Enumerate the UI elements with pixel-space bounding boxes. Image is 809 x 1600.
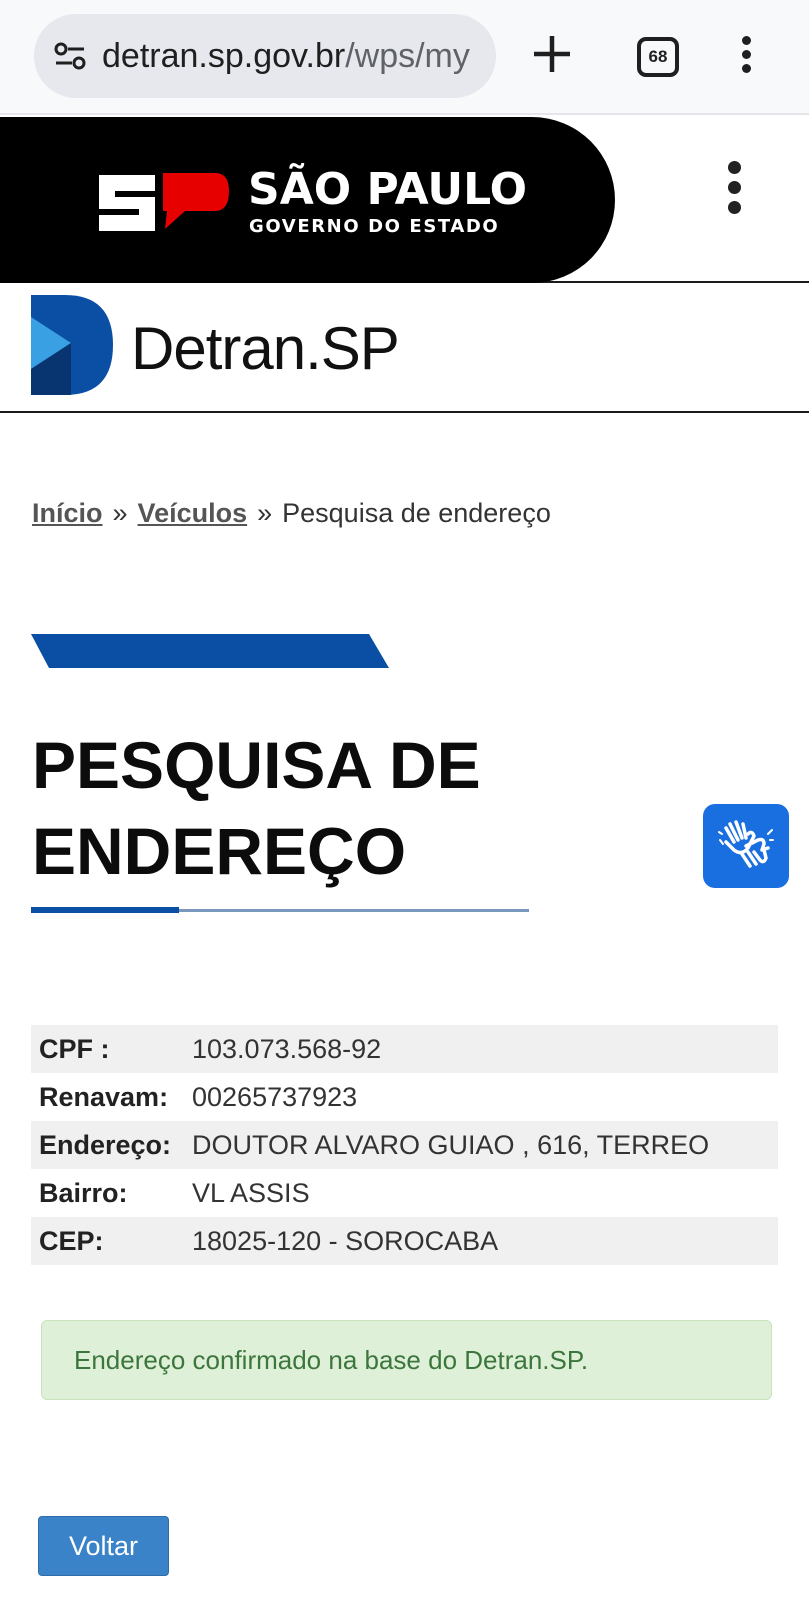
site-info-icon[interactable] — [54, 42, 86, 70]
breadcrumb-link-veiculos[interactable]: Veículos — [138, 498, 248, 528]
detran-header: Detran.SP — [0, 285, 809, 413]
cpf-value: 103.073.568-92 — [192, 1034, 382, 1064]
gov-header: SÃO PAULO GOVERNO DO ESTADO — [0, 117, 809, 283]
detran-name-main: Detran — [131, 315, 306, 382]
renavam-label: Renavam: — [39, 1082, 169, 1112]
table-row: Endereço: DOUTOR ALVARO GUIAO , 616, TER… — [31, 1121, 778, 1169]
title-decoration-stripe — [31, 634, 389, 668]
url-path: /wps/my — [345, 37, 470, 75]
breadcrumb-link-inicio[interactable]: Início — [32, 498, 103, 528]
libras-accessibility-button[interactable] — [703, 804, 789, 888]
success-alert-message: Endereço confirmado na base do Detran.SP… — [74, 1345, 589, 1375]
tab-switcher-button[interactable]: 68 — [637, 37, 679, 77]
bairro-label: Bairro: — [39, 1178, 128, 1208]
sp-logo-icon[interactable] — [93, 169, 233, 237]
browser-menu-more-vert-icon[interactable] — [740, 36, 752, 76]
gov-banner: SÃO PAULO GOVERNO DO ESTADO — [0, 117, 615, 283]
table-row: Renavam: 00265737923 — [31, 1073, 778, 1121]
page-title: PESQUISA DE ENDEREÇO — [32, 728, 481, 888]
breadcrumb-separator: » — [257, 498, 273, 528]
table-row: CEP: 18025-120 - SOROCABA — [31, 1217, 778, 1265]
table-row: CPF : 103.073.568-92 — [31, 1025, 778, 1073]
cep-value: 18025-120 - SOROCABA — [192, 1226, 499, 1256]
site-menu-more-vert-icon[interactable] — [726, 161, 742, 221]
gov-title: SÃO PAULO — [248, 164, 527, 215]
breadcrumb: Início » Veículos » Pesquisa de endereço — [32, 496, 551, 530]
detran-logo-icon[interactable] — [31, 295, 113, 395]
detran-wordmark[interactable]: Detran.SP — [131, 315, 400, 383]
title-underline — [31, 907, 529, 913]
bairro-value: VL ASSIS — [192, 1178, 310, 1208]
sign-language-hands-icon — [718, 820, 774, 868]
back-button[interactable]: Voltar — [38, 1516, 169, 1576]
url-domain: detran.sp.gov.br — [102, 37, 346, 75]
endereco-value: DOUTOR ALVARO GUIAO , 616, TERREO — [192, 1130, 710, 1160]
table-row: Bairro: VL ASSIS — [31, 1169, 778, 1217]
renavam-value: 00265737923 — [192, 1082, 358, 1112]
gov-subtitle: GOVERNO DO ESTADO — [249, 216, 500, 237]
success-alert: Endereço confirmado na base do Detran.SP… — [41, 1320, 772, 1400]
detran-name-suffix: .SP — [305, 315, 400, 382]
cpf-label: CPF : — [39, 1034, 110, 1064]
address-bar[interactable]: detran.sp.gov.br/wps/my — [34, 14, 496, 98]
browser-toolbar: detran.sp.gov.br/wps/my 68 — [0, 0, 809, 115]
url-text[interactable]: detran.sp.gov.br/wps/my — [102, 34, 492, 78]
endereco-label: Endereço: — [39, 1130, 172, 1160]
vehicle-address-table: CPF : 103.073.568-92 Renavam: 0026573792… — [31, 1025, 778, 1265]
new-tab-plus-icon[interactable] — [528, 30, 576, 78]
cep-label: CEP: — [39, 1226, 104, 1256]
breadcrumb-separator: » — [112, 498, 128, 528]
breadcrumb-current: Pesquisa de endereço — [282, 498, 551, 528]
